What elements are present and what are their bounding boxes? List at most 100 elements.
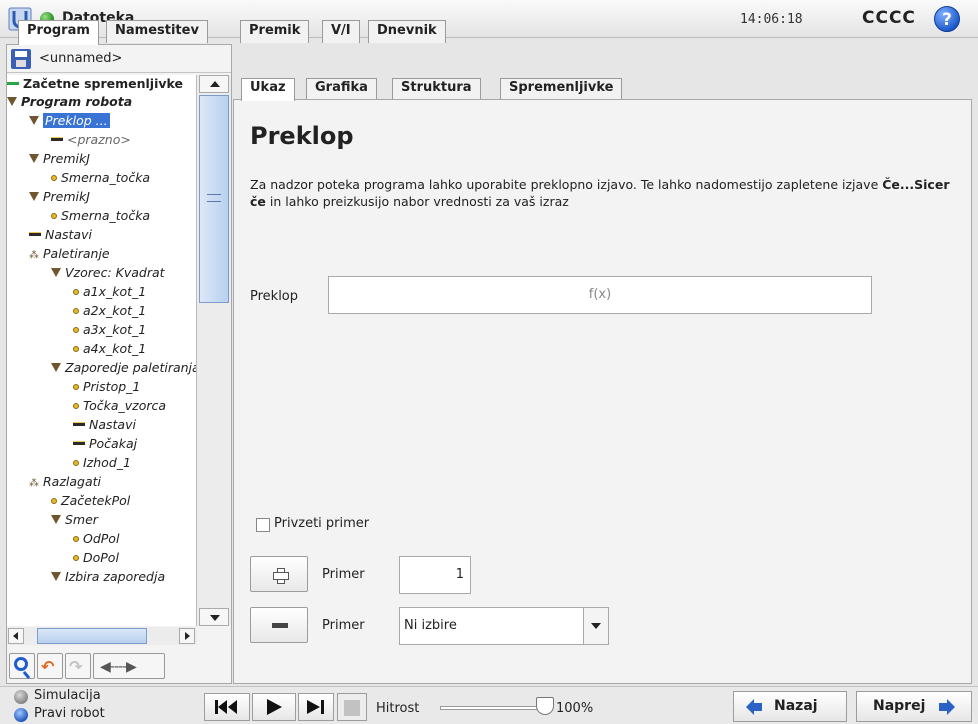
scroll-down-icon[interactable] xyxy=(199,608,229,626)
command-description: Za nadzor poteka programa lahko uporabit… xyxy=(250,177,950,209)
tree-item[interactable]: Pristop_1 xyxy=(73,378,140,396)
help-icon[interactable]: ? xyxy=(934,6,960,32)
tab-move[interactable]: Premik xyxy=(240,20,310,43)
speed-slider-handle[interactable] xyxy=(536,697,554,715)
tree-item-selected[interactable]: Preklop ... xyxy=(29,112,110,130)
scroll-thumb[interactable] xyxy=(199,95,229,303)
skip-back-button[interactable] xyxy=(204,693,250,721)
add-case-button[interactable] xyxy=(250,556,308,592)
footer-bar: Simulacija Pravi robot Hitrost 100% Naza… xyxy=(0,686,978,724)
scroll-left-icon[interactable] xyxy=(8,628,24,644)
tree-item[interactable]: Začetne spremenljivke xyxy=(7,75,183,93)
tree-item[interactable]: Smer xyxy=(51,511,98,529)
triangle-icon xyxy=(29,192,39,201)
tree-item[interactable]: a1x_kot_1 xyxy=(73,283,146,301)
tree-item[interactable]: OdPol xyxy=(73,530,119,548)
tree-item[interactable]: ⁂ Paletiranje xyxy=(29,245,110,263)
tree-item[interactable]: PremikJ xyxy=(29,188,90,206)
tab-program[interactable]: Program xyxy=(18,20,99,45)
tab-log[interactable]: Dnevnik xyxy=(368,20,446,43)
minus-icon xyxy=(272,623,288,628)
tab-io[interactable]: V/I xyxy=(322,20,360,43)
remove-case-select-value: Ni izbire xyxy=(404,618,457,633)
stop-button[interactable] xyxy=(337,693,367,721)
waypoint-icon xyxy=(73,536,79,542)
chevron-down-icon[interactable] xyxy=(583,608,608,644)
tab-installation[interactable]: Namestitev xyxy=(106,20,208,43)
remove-case-label: Primer xyxy=(322,618,365,633)
tree-item[interactable]: a2x_kot_1 xyxy=(73,302,146,320)
remove-case-select[interactable]: Ni izbire xyxy=(399,607,609,645)
tab-structure[interactable]: Struktura xyxy=(392,78,481,100)
tree-vertical-scrollbar[interactable] xyxy=(197,75,231,626)
tree-item[interactable]: ⁂ Razlagati xyxy=(29,473,101,491)
tree-item[interactable]: Program robota xyxy=(7,93,132,111)
scroll-up-icon[interactable] xyxy=(199,75,229,93)
tree-item[interactable]: Vzorec: Kvadrat xyxy=(51,264,165,282)
simulation-radio[interactable] xyxy=(14,690,28,704)
tree-item[interactable]: Nastavi xyxy=(29,226,92,244)
back-button[interactable]: Nazaj xyxy=(733,691,847,722)
command-panel: Preklop Za nadzor poteka programa lahko … xyxy=(233,99,972,684)
arrow-right-icon xyxy=(939,699,955,715)
step-icon xyxy=(307,700,324,714)
scroll-right-icon[interactable] xyxy=(179,628,195,644)
program-file-name: <unnamed> xyxy=(39,51,123,66)
move-icon: ◀----▶ xyxy=(100,659,137,675)
tree-item[interactable]: Nastavi xyxy=(73,416,136,434)
waypoint-icon xyxy=(73,403,79,409)
pallet-icon: ⁂ xyxy=(29,478,39,489)
tree-item[interactable]: ZačetekPol xyxy=(51,492,130,510)
skip-back-icon xyxy=(215,700,237,714)
switch-expression-field[interactable]: f(x) xyxy=(328,276,872,314)
move-button[interactable]: ◀----▶ xyxy=(93,653,165,679)
tree-item[interactable]: Izbira zaporedja xyxy=(51,568,165,586)
step-button[interactable] xyxy=(298,693,334,721)
search-button[interactable] xyxy=(9,653,35,679)
triangle-icon xyxy=(29,116,39,125)
tree-item[interactable]: Točka_vzorca xyxy=(73,397,166,415)
floppy-icon[interactable] xyxy=(11,49,31,69)
tree-item[interactable]: <prazno> xyxy=(51,131,131,149)
undo-button[interactable]: ↶ xyxy=(37,653,63,679)
waypoint-icon xyxy=(51,498,57,504)
tree-item[interactable]: Smerna_točka xyxy=(51,207,150,225)
clock: 14:06:18 xyxy=(740,12,803,27)
next-button[interactable]: Naprej xyxy=(856,691,972,722)
program-tree[interactable]: Začetne spremenljivke Program robota Pre… xyxy=(7,75,197,626)
waypoint-icon xyxy=(73,460,79,466)
program-tree-panel: <unnamed> Začetne spremenljivke Program … xyxy=(6,44,232,684)
tab-graphics[interactable]: Grafika xyxy=(306,78,377,100)
real-robot-radio[interactable] xyxy=(14,708,28,722)
search-icon xyxy=(14,657,28,671)
case-value-field[interactable]: 1 xyxy=(399,556,471,594)
tree-item[interactable]: a3x_kot_1 xyxy=(73,321,146,339)
bar-icon xyxy=(51,137,63,141)
tree-item[interactable]: Smerna_točka xyxy=(51,169,150,187)
tree-item[interactable]: a4x_kot_1 xyxy=(73,340,146,358)
speed-label: Hitrost xyxy=(376,701,420,716)
scroll-thumb-horizontal[interactable] xyxy=(37,628,147,644)
file-row: <unnamed> xyxy=(7,45,231,73)
play-icon xyxy=(267,699,282,715)
speed-value: 100% xyxy=(556,701,594,716)
redo-icon: ↷ xyxy=(69,657,83,676)
tree-item[interactable]: DoPol xyxy=(73,549,119,567)
waypoint-icon xyxy=(73,327,79,333)
remove-case-button[interactable] xyxy=(250,607,308,643)
triangle-icon xyxy=(7,97,17,106)
default-case-checkbox[interactable] xyxy=(256,518,270,532)
tree-item[interactable]: Zaporedje paletiranja xyxy=(51,359,196,377)
redo-button[interactable]: ↷ xyxy=(65,653,91,679)
tree-horizontal-scrollbar[interactable] xyxy=(7,627,197,645)
tab-variables[interactable]: Spremenljivke xyxy=(500,78,623,100)
real-robot-label: Pravi robot xyxy=(34,706,105,721)
waypoint-icon xyxy=(51,175,57,181)
play-button[interactable] xyxy=(252,693,296,721)
waypoint-icon xyxy=(73,346,79,352)
tree-item[interactable]: Izhod_1 xyxy=(73,454,131,472)
tree-item[interactable]: PremikJ xyxy=(29,150,90,168)
speed-slider[interactable] xyxy=(440,706,548,710)
tree-item[interactable]: Počakaj xyxy=(73,435,137,453)
tab-command[interactable]: Ukaz xyxy=(241,78,295,101)
